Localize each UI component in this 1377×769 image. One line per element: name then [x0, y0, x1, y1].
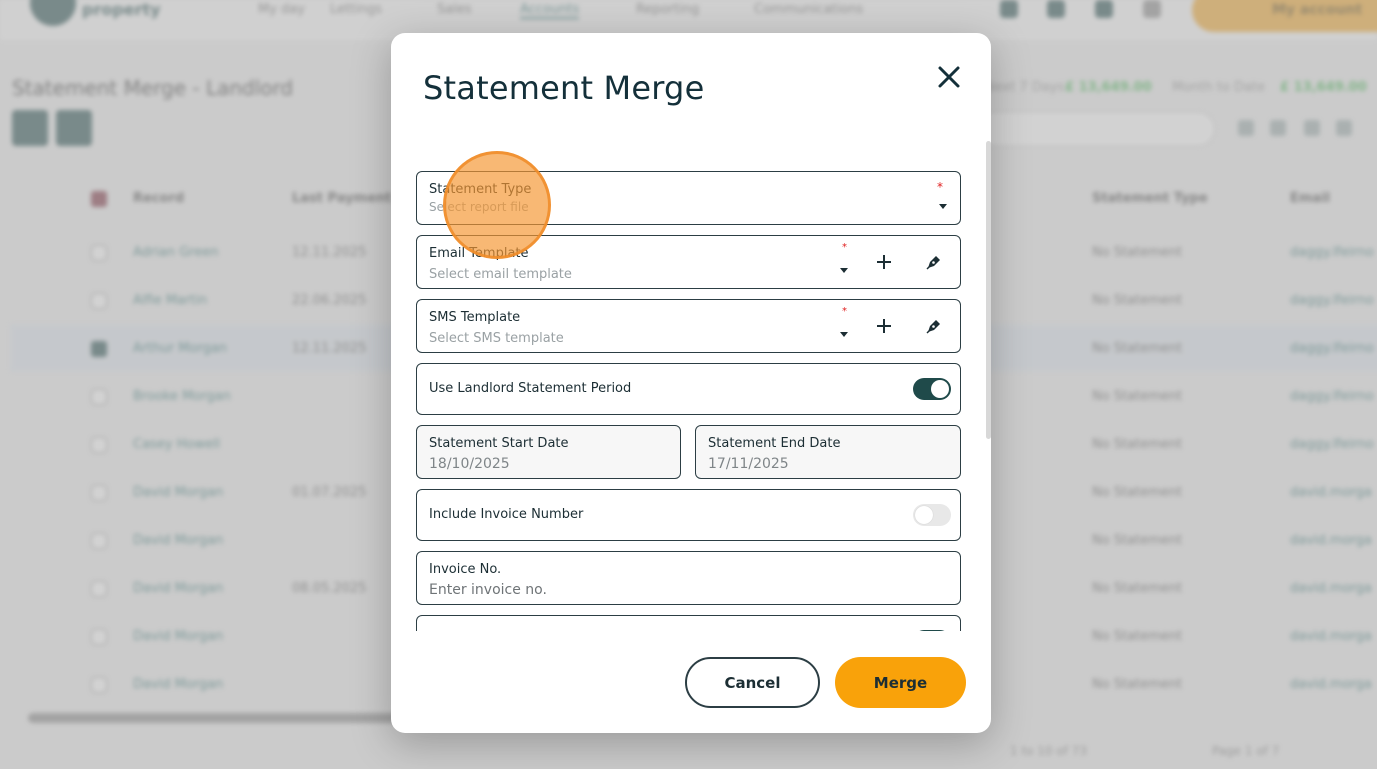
- use-landlord-period-toggle[interactable]: [913, 378, 951, 400]
- chevron-down-icon: [840, 268, 848, 273]
- email-template-placeholder: Select email template: [429, 267, 572, 282]
- start-date-label: Statement Start Date: [429, 436, 569, 451]
- sms-template-label: SMS Template: [429, 310, 521, 325]
- next-option-row: [416, 615, 961, 631]
- plus-icon: [877, 319, 891, 333]
- dialog-title: Statement Merge: [423, 69, 705, 107]
- toggle-knob: [915, 506, 933, 524]
- required-marker: *: [937, 180, 943, 194]
- include-invoice-number-row: Include Invoice Number: [416, 489, 961, 541]
- pen-icon: [926, 256, 940, 270]
- statement-end-date-field[interactable]: Statement End Date 17/11/2025: [695, 425, 961, 479]
- required-marker: *: [842, 242, 847, 253]
- close-button[interactable]: [931, 59, 967, 95]
- required-marker: *: [842, 306, 847, 317]
- invoice-number-placeholder: Enter invoice no.: [429, 582, 547, 598]
- statement-type-select[interactable]: Statement Type Select report file *: [416, 171, 961, 225]
- close-icon: [938, 66, 960, 88]
- chevron-down-icon: [939, 204, 947, 209]
- start-date-value: 18/10/2025: [429, 456, 510, 472]
- invoice-number-label: Invoice No.: [429, 562, 502, 577]
- use-landlord-period-row: Use Landlord Statement Period: [416, 363, 961, 415]
- edit-email-template-button[interactable]: [920, 248, 948, 276]
- add-sms-template-button[interactable]: [870, 312, 898, 340]
- chevron-down-icon: [840, 332, 848, 337]
- email-template-label: Email Template: [429, 246, 529, 261]
- merge-button[interactable]: Merge: [835, 657, 966, 708]
- toggle-knob: [931, 380, 949, 398]
- plus-icon: [877, 255, 891, 269]
- cancel-button[interactable]: Cancel: [685, 657, 820, 708]
- statement-start-date-field[interactable]: Statement Start Date 18/10/2025: [416, 425, 681, 479]
- edit-sms-template-button[interactable]: [920, 312, 948, 340]
- use-landlord-period-label: Use Landlord Statement Period: [429, 381, 632, 396]
- pen-icon: [926, 320, 940, 334]
- end-date-label: Statement End Date: [708, 436, 841, 451]
- sms-template-placeholder: Select SMS template: [429, 331, 564, 346]
- next-option-toggle[interactable]: [913, 630, 951, 631]
- sms-template-select[interactable]: SMS Template Select SMS template *: [416, 299, 961, 353]
- dialog-form-scroll-area[interactable]: Statement Type Select report file * Emai…: [391, 161, 991, 631]
- statement-merge-dialog: Statement Merge Statement Type Select re…: [391, 33, 991, 733]
- invoice-number-input[interactable]: Invoice No. Enter invoice no.: [416, 551, 961, 605]
- statement-type-label: Statement Type: [429, 182, 532, 197]
- statement-type-placeholder: Select report file: [429, 200, 529, 214]
- add-email-template-button[interactable]: [870, 248, 898, 276]
- include-invoice-number-label: Include Invoice Number: [429, 507, 584, 522]
- email-template-select[interactable]: Email Template Select email template *: [416, 235, 961, 289]
- end-date-value: 17/11/2025: [708, 456, 789, 472]
- dialog-scrollbar[interactable]: [986, 141, 991, 439]
- include-invoice-number-toggle[interactable]: [913, 504, 951, 526]
